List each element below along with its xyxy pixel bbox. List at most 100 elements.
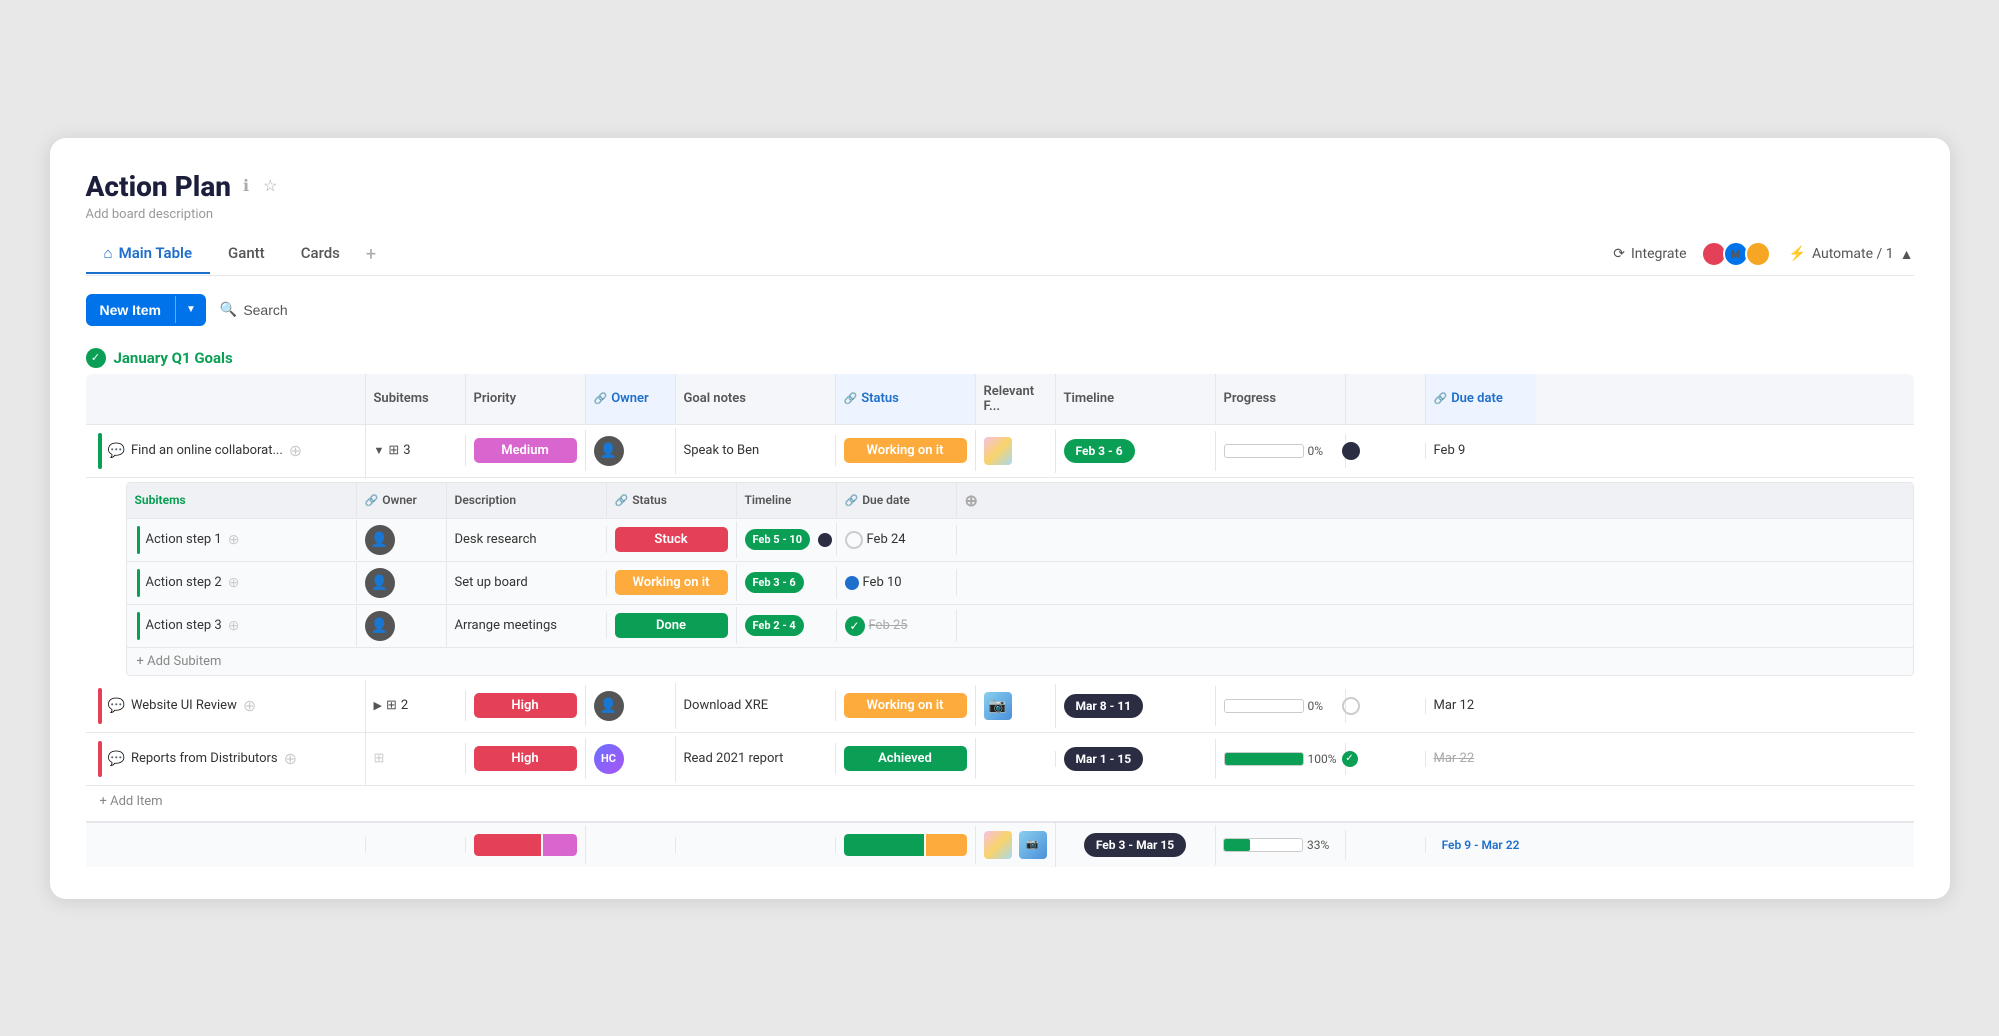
status-cell[interactable]: Working on it (836, 685, 976, 726)
status-badge: Stuck (615, 527, 728, 552)
table-row[interactable]: 💬 Reports from Distributors ⊕ ⊞ High HC … (86, 733, 1914, 786)
col-header-relevant-f: Relevant F... (976, 374, 1056, 424)
subitem-status-cell[interactable]: Working on it (607, 564, 737, 601)
status-badge: Done (615, 613, 728, 638)
add-item-button[interactable]: + Add Item (86, 786, 1914, 817)
summary-cell-owner (586, 837, 676, 853)
summary-cell-spacer (1346, 837, 1426, 853)
search-button[interactable]: 🔍 Search (220, 301, 288, 318)
due-date-spacer (1346, 751, 1426, 767)
item-color-bar (98, 741, 102, 777)
avatar: 👤 (594, 436, 624, 466)
tab-main-table[interactable]: ⌂ Main Table (86, 234, 211, 274)
avatar: HC (594, 744, 624, 774)
subitem-row[interactable]: Action step 2 ⊕ 👤 Set up board Working o… (127, 562, 1913, 605)
subitem-row[interactable]: Action step 3 ⊕ 👤 Arrange meetings Done … (127, 605, 1913, 648)
integrate-button[interactable]: ⟳ Integrate (1613, 246, 1686, 262)
summary-cell-priority (466, 826, 586, 864)
group-title: January Q1 Goals (114, 349, 233, 367)
thumbnail-summary (984, 831, 1012, 859)
table-row[interactable]: 💬 Website UI Review ⊕ ▶ ⊞ 2 High 👤 Downl… (86, 680, 1914, 733)
goal-notes-cell: Speak to Ben (676, 435, 836, 466)
expand-arrow[interactable]: ▼ (374, 444, 385, 457)
timeline-cell: Mar 1 - 15 (1056, 739, 1216, 779)
timeline-pill: Feb 3 - 6 (1064, 439, 1135, 463)
priority-cell[interactable]: High (466, 685, 586, 726)
timeline-pill: Feb 3 - 6 (745, 572, 804, 593)
board-container: Action Plan ℹ ☆ Add board description ⌂ … (50, 138, 1950, 899)
owner-cell: 👤 (586, 683, 676, 729)
status-cell[interactable]: Achieved (836, 738, 976, 779)
add-icon[interactable]: ⊕ (228, 575, 240, 591)
timeline-pill: Mar 1 - 15 (1064, 747, 1144, 771)
progress-cell: 0% (1216, 434, 1346, 468)
add-icon[interactable]: ⊕ (243, 696, 256, 715)
subitems-header-status: 🔗 Status (607, 483, 737, 518)
subitem-name-cell: Action step 1 ⊕ (127, 520, 357, 560)
item-color-bar (98, 688, 102, 724)
tabs-left: ⌂ Main Table Gantt Cards + (86, 234, 385, 275)
subitem-status-cell[interactable]: Done (607, 607, 737, 644)
add-col-icon[interactable]: ⊕ (965, 491, 978, 510)
subitems-cell[interactable]: ▼ ⊞ 3 (366, 435, 466, 466)
tab-cards[interactable]: Cards (283, 234, 358, 274)
add-subitem-row[interactable]: + Add Subitem (127, 648, 1913, 675)
subitem-row[interactable]: Action step 1 ⊕ 👤 Desk research Stuck Fe… (127, 519, 1913, 562)
automate-button[interactable]: ⚡ Automate / 1 ▲ (1789, 246, 1914, 263)
new-item-label: New Item (86, 294, 175, 326)
col-header-due-date (1346, 374, 1426, 424)
col-header-priority: Priority (466, 374, 586, 424)
subitems-cell[interactable]: ▶ ⊞ 2 (366, 690, 466, 721)
add-icon[interactable]: ⊕ (284, 749, 297, 768)
add-icon[interactable]: ⊕ (228, 532, 240, 548)
expand-arrow[interactable]: ▶ (374, 699, 382, 712)
summary-row: 📷 Feb 3 - Mar 15 33% Feb 9 - Mar 22 (86, 821, 1914, 867)
status-cell[interactable]: Working on it (836, 430, 976, 471)
thumbnail: 📷 (984, 692, 1012, 720)
link-icon-owner: 🔗 (594, 392, 608, 405)
new-item-dropdown-arrow[interactable]: ▼ (175, 296, 206, 323)
main-table: ✓ January Q1 Goals Subitems Priority 🔗 O… (86, 348, 1914, 867)
tab-gantt[interactable]: Gantt (210, 234, 283, 274)
col-header-timeline: Timeline (1056, 374, 1216, 424)
info-icon[interactable]: ℹ (241, 174, 251, 198)
col-header-goal-notes: Goal notes (676, 374, 836, 424)
subitem-bar (137, 526, 140, 554)
thumbnail (984, 437, 1012, 465)
add-subitem-label[interactable]: + Add Subitem (137, 654, 222, 669)
dark-dot (818, 533, 832, 547)
col-header-status: 🔗 Status (836, 374, 976, 424)
progress-bar (1224, 444, 1304, 458)
star-icon[interactable]: ☆ (261, 174, 279, 198)
subitems-label: Subitems (135, 493, 186, 507)
priority-cell[interactable]: Medium (466, 430, 586, 471)
subitems-cell[interactable]: ⊞ (366, 743, 466, 774)
new-item-button[interactable]: New Item ▼ (86, 294, 206, 326)
goal-notes-cell: Download XRE (676, 690, 836, 721)
add-item-label: + Add Item (100, 794, 163, 809)
due-date-cell: Mar 22 (1426, 743, 1536, 774)
subitem-owner-cell: 👤 (357, 519, 447, 561)
add-icon[interactable]: ⊕ (228, 618, 240, 634)
subitems-col-headers: Subitems 🔗 Owner Description 🔗 Status Ti… (127, 483, 1913, 519)
timeline-pill: Feb 5 - 10 (745, 529, 811, 550)
subitem-name-cell: Action step 3 ⊕ (127, 606, 357, 646)
summary-progress-bar (1223, 838, 1303, 852)
add-icon[interactable]: ⊕ (289, 441, 302, 460)
priority-cell[interactable]: High (466, 738, 586, 779)
subitem-desc-cell: Set up board (447, 569, 607, 596)
progress-bar (1224, 752, 1304, 766)
tabs-row: ⌂ Main Table Gantt Cards + ⟳ Integrate M (86, 234, 1914, 276)
subitem-owner-cell: 👤 (357, 605, 447, 647)
relevant-f-cell: 📷 (976, 684, 1056, 728)
summary-status-bar (844, 834, 967, 856)
subitem-status-cell[interactable]: Stuck (607, 521, 737, 558)
tab-add-button[interactable]: + (358, 234, 384, 275)
avatar-3 (1745, 241, 1771, 267)
group-header-row: ✓ January Q1 Goals (86, 348, 1914, 368)
item-name-cell: 💬 Website UI Review ⊕ (86, 680, 366, 732)
subitems-header-add[interactable]: ⊕ (957, 483, 1017, 518)
circle-radio[interactable] (845, 531, 863, 549)
subitem-desc-cell: Desk research (447, 526, 607, 553)
table-row[interactable]: 💬 Find an online collaborat... ⊕ ▼ ⊞ 3 M… (86, 425, 1914, 478)
